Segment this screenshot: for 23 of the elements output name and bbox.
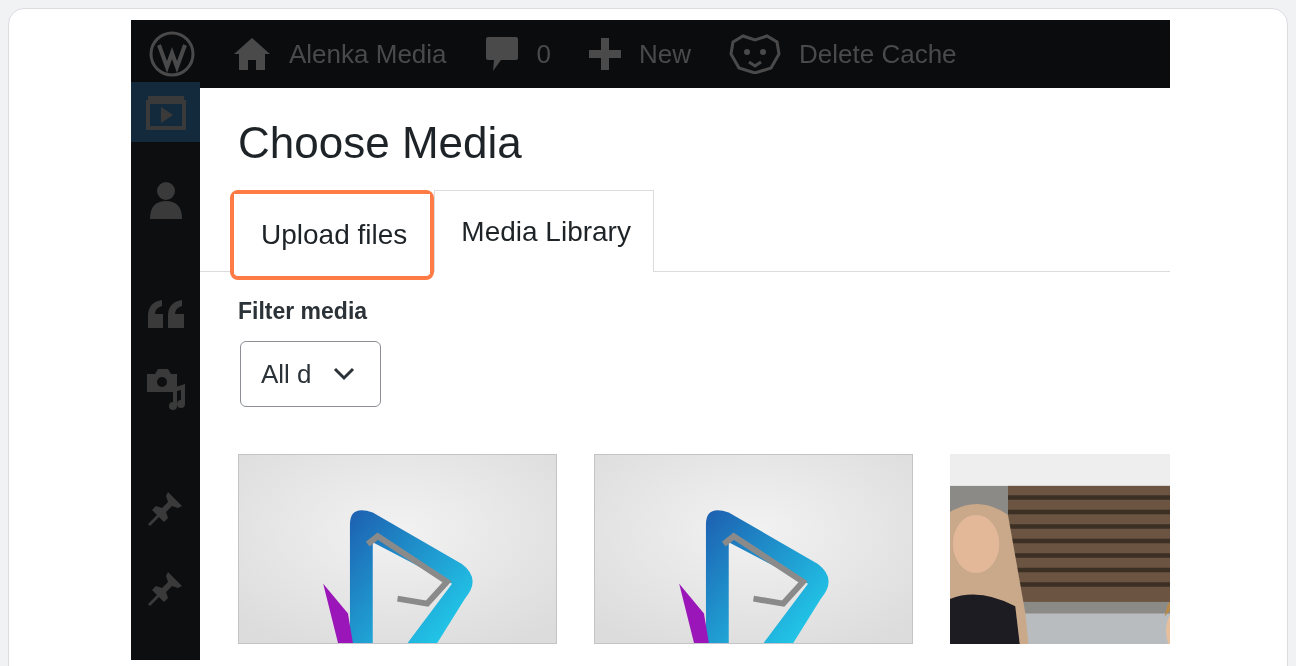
user-icon	[147, 181, 184, 219]
toolbar-label[interactable]: Alenka Media	[289, 38, 447, 70]
video-icon	[145, 94, 186, 130]
tab[interactable]: Media Library	[434, 190, 654, 272]
pushpin-icon	[147, 490, 184, 526]
chevron-down-icon	[333, 367, 355, 381]
pushpin-icon	[147, 570, 184, 606]
speech-bubble-icon[interactable]	[484, 36, 519, 72]
date-filter-select[interactable]: All d	[240, 341, 381, 407]
wordpress-logo-icon[interactable]	[148, 30, 196, 78]
filter-label: Filter media	[238, 298, 369, 325]
camera-music-icon	[144, 366, 187, 410]
toolbar-label[interactable]: Delete Cache	[799, 38, 957, 70]
plus-icon[interactable]	[589, 38, 621, 70]
dialog-title: Choose Media	[238, 118, 523, 168]
quote-icon	[145, 298, 186, 330]
sidebar-item[interactable]	[131, 82, 200, 142]
toolbar-label[interactable]: 0	[536, 38, 551, 70]
tab[interactable]: Upload files	[234, 194, 431, 274]
logo-thumbnail[interactable]	[238, 454, 557, 644]
logo-thumbnail[interactable]	[594, 454, 913, 644]
toolbar-label[interactable]: New	[639, 38, 692, 70]
home-icon[interactable]	[233, 37, 271, 71]
